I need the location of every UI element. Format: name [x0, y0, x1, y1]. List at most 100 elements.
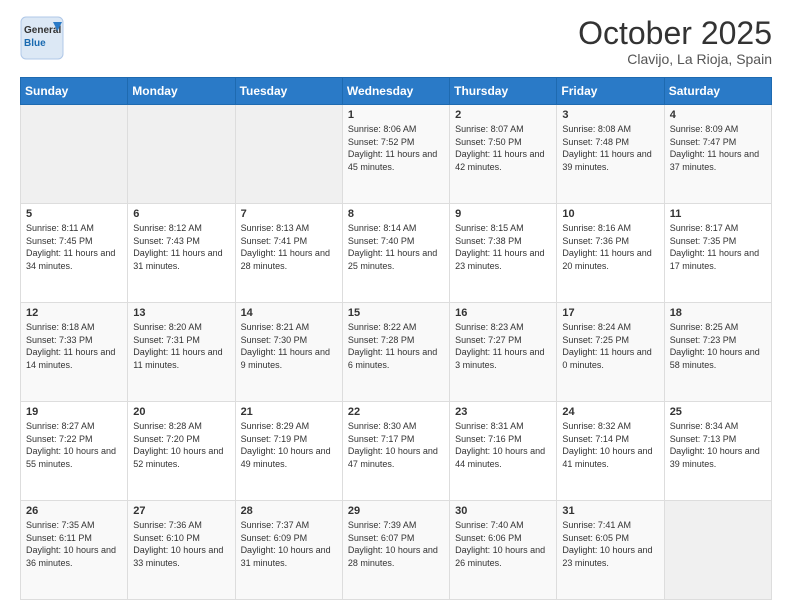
day-number: 22	[348, 406, 444, 418]
day-number: 3	[562, 109, 658, 121]
col-friday: Friday	[557, 78, 664, 105]
day-number: 10	[562, 208, 658, 220]
day-info: Sunrise: 7:40 AM Sunset: 6:06 PM Dayligh…	[455, 519, 551, 569]
day-info: Sunrise: 8:23 AM Sunset: 7:27 PM Dayligh…	[455, 321, 551, 371]
calendar-week-2: 12 Sunrise: 8:18 AM Sunset: 7:33 PM Dayli…	[21, 303, 772, 402]
calendar-cell: 16 Sunrise: 8:23 AM Sunset: 7:27 PM Dayli…	[450, 303, 557, 402]
month-title: October 2025	[578, 16, 772, 51]
location: Clavijo, La Rioja, Spain	[578, 51, 772, 67]
day-number: 9	[455, 208, 551, 220]
calendar-cell: 28Sunrise: 7:37 AM Sunset: 6:09 PM Dayli…	[235, 501, 342, 600]
calendar-cell: 13 Sunrise: 8:20 AM Sunset: 7:31 PM Dayli…	[128, 303, 235, 402]
day-info: Sunrise: 8:22 AM Sunset: 7:28 PM Dayligh…	[348, 321, 444, 371]
day-number: 12	[26, 307, 122, 319]
day-info: Sunrise: 8:16 AM Sunset: 7:36 PM Dayligh…	[562, 222, 658, 272]
day-info: Sunrise: 7:39 AM Sunset: 6:07 PM Dayligh…	[348, 519, 444, 569]
day-number: 7	[241, 208, 337, 220]
calendar-cell: 3 Sunrise: 8:08 AM Sunset: 7:48 PM Daylig…	[557, 105, 664, 204]
calendar-cell: 21 Sunrise: 8:29 AM Sunset: 7:19 PM Dayli…	[235, 402, 342, 501]
calendar-cell: 5Sunrise: 8:11 AM Sunset: 7:45 PM Daylig…	[21, 204, 128, 303]
calendar-cell: 19 Sunrise: 8:27 AM Sunset: 7:22 PM Dayli…	[21, 402, 128, 501]
day-number: 26	[26, 505, 122, 517]
day-number: 4	[670, 109, 766, 121]
calendar-cell: 12 Sunrise: 8:18 AM Sunset: 7:33 PM Dayli…	[21, 303, 128, 402]
day-number: 11	[670, 208, 766, 220]
day-info: Sunrise: 8:34 AM Sunset: 7:13 PM Dayligh…	[670, 420, 766, 470]
day-info: Sunrise: 8:06 AM Sunset: 7:52 PM Dayligh…	[348, 123, 444, 173]
day-info: Sunrise: 8:17 AM Sunset: 7:35 PM Dayligh…	[670, 222, 766, 272]
calendar-cell: 15Sunrise: 8:22 AM Sunset: 7:28 PM Dayli…	[342, 303, 449, 402]
day-number: 20	[133, 406, 229, 418]
day-number: 6	[133, 208, 229, 220]
day-number: 19	[26, 406, 122, 418]
day-info: Sunrise: 8:27 AM Sunset: 7:22 PM Dayligh…	[26, 420, 122, 470]
calendar-cell	[235, 105, 342, 204]
calendar-cell: 24 Sunrise: 8:32 AM Sunset: 7:14 PM Dayli…	[557, 402, 664, 501]
day-info: Sunrise: 7:35 AM Sunset: 6:11 PM Dayligh…	[26, 519, 122, 569]
col-monday: Monday	[128, 78, 235, 105]
col-sunday: Sunday	[21, 78, 128, 105]
col-tuesday: Tuesday	[235, 78, 342, 105]
day-number: 25	[670, 406, 766, 418]
day-info: Sunrise: 8:08 AM Sunset: 7:48 PM Dayligh…	[562, 123, 658, 173]
day-info: Sunrise: 8:18 AM Sunset: 7:33 PM Dayligh…	[26, 321, 122, 371]
day-number: 13	[133, 307, 229, 319]
day-info: Sunrise: 8:28 AM Sunset: 7:20 PM Dayligh…	[133, 420, 229, 470]
calendar-cell: 6 Sunrise: 8:12 AM Sunset: 7:43 PM Daylig…	[128, 204, 235, 303]
logo: General Blue	[20, 16, 64, 60]
calendar-cell: 29 Sunrise: 7:39 AM Sunset: 6:07 PM Dayli…	[342, 501, 449, 600]
day-info: Sunrise: 8:12 AM Sunset: 7:43 PM Dayligh…	[133, 222, 229, 272]
col-wednesday: Wednesday	[342, 78, 449, 105]
calendar-cell: 25 Sunrise: 8:34 AM Sunset: 7:13 PM Dayli…	[664, 402, 771, 501]
col-thursday: Thursday	[450, 78, 557, 105]
day-number: 1	[348, 109, 444, 121]
day-number: 27	[133, 505, 229, 517]
day-info: Sunrise: 8:13 AM Sunset: 7:41 PM Dayligh…	[241, 222, 337, 272]
calendar-cell	[21, 105, 128, 204]
day-info: Sunrise: 8:24 AM Sunset: 7:25 PM Dayligh…	[562, 321, 658, 371]
day-number: 29	[348, 505, 444, 517]
calendar-cell	[128, 105, 235, 204]
calendar-cell: 31 Sunrise: 7:41 AM Sunset: 6:05 PM Dayli…	[557, 501, 664, 600]
day-number: 24	[562, 406, 658, 418]
day-number: 21	[241, 406, 337, 418]
day-number: 31	[562, 505, 658, 517]
svg-text:Blue: Blue	[24, 38, 46, 49]
calendar-cell: 30 Sunrise: 7:40 AM Sunset: 6:06 PM Dayli…	[450, 501, 557, 600]
calendar-cell	[664, 501, 771, 600]
calendar-week-1: 5Sunrise: 8:11 AM Sunset: 7:45 PM Daylig…	[21, 204, 772, 303]
title-block: October 2025 Clavijo, La Rioja, Spain	[578, 16, 772, 67]
calendar-cell: 4 Sunrise: 8:09 AM Sunset: 7:47 PM Daylig…	[664, 105, 771, 204]
calendar-cell: 2 Sunrise: 8:07 AM Sunset: 7:50 PM Daylig…	[450, 105, 557, 204]
day-info: Sunrise: 8:11 AM Sunset: 7:45 PM Dayligh…	[26, 222, 122, 272]
day-number: 2	[455, 109, 551, 121]
logo-svg: General Blue	[20, 16, 64, 60]
col-saturday: Saturday	[664, 78, 771, 105]
day-info: Sunrise: 7:41 AM Sunset: 6:05 PM Dayligh…	[562, 519, 658, 569]
day-number: 8	[348, 208, 444, 220]
day-info: Sunrise: 8:14 AM Sunset: 7:40 PM Dayligh…	[348, 222, 444, 272]
day-info: Sunrise: 7:36 AM Sunset: 6:10 PM Dayligh…	[133, 519, 229, 569]
calendar-cell: 14Sunrise: 8:21 AM Sunset: 7:30 PM Dayli…	[235, 303, 342, 402]
day-info: Sunrise: 7:37 AM Sunset: 6:09 PM Dayligh…	[241, 519, 337, 569]
page: General Blue October 2025 Clavijo, La Ri…	[0, 0, 792, 612]
day-info: Sunrise: 8:29 AM Sunset: 7:19 PM Dayligh…	[241, 420, 337, 470]
calendar-cell: 8 Sunrise: 8:14 AM Sunset: 7:40 PM Daylig…	[342, 204, 449, 303]
calendar-cell: 26 Sunrise: 7:35 AM Sunset: 6:11 PM Dayli…	[21, 501, 128, 600]
day-number: 16	[455, 307, 551, 319]
day-info: Sunrise: 8:09 AM Sunset: 7:47 PM Dayligh…	[670, 123, 766, 173]
day-info: Sunrise: 8:32 AM Sunset: 7:14 PM Dayligh…	[562, 420, 658, 470]
day-number: 18	[670, 307, 766, 319]
day-info: Sunrise: 8:25 AM Sunset: 7:23 PM Dayligh…	[670, 321, 766, 371]
calendar-cell: 7 Sunrise: 8:13 AM Sunset: 7:41 PM Daylig…	[235, 204, 342, 303]
day-info: Sunrise: 8:20 AM Sunset: 7:31 PM Dayligh…	[133, 321, 229, 371]
calendar-header-row: Sunday Monday Tuesday Wednesday Thursday…	[21, 78, 772, 105]
calendar-week-0: 1 Sunrise: 8:06 AM Sunset: 7:52 PM Daylig…	[21, 105, 772, 204]
day-info: Sunrise: 8:30 AM Sunset: 7:17 PM Dayligh…	[348, 420, 444, 470]
day-info: Sunrise: 8:07 AM Sunset: 7:50 PM Dayligh…	[455, 123, 551, 173]
calendar-cell: 9Sunrise: 8:15 AM Sunset: 7:38 PM Daylig…	[450, 204, 557, 303]
day-number: 30	[455, 505, 551, 517]
calendar-cell: 22 Sunrise: 8:30 AM Sunset: 7:17 PM Dayli…	[342, 402, 449, 501]
calendar-week-3: 19 Sunrise: 8:27 AM Sunset: 7:22 PM Dayli…	[21, 402, 772, 501]
day-info: Sunrise: 8:21 AM Sunset: 7:30 PM Dayligh…	[241, 321, 337, 371]
